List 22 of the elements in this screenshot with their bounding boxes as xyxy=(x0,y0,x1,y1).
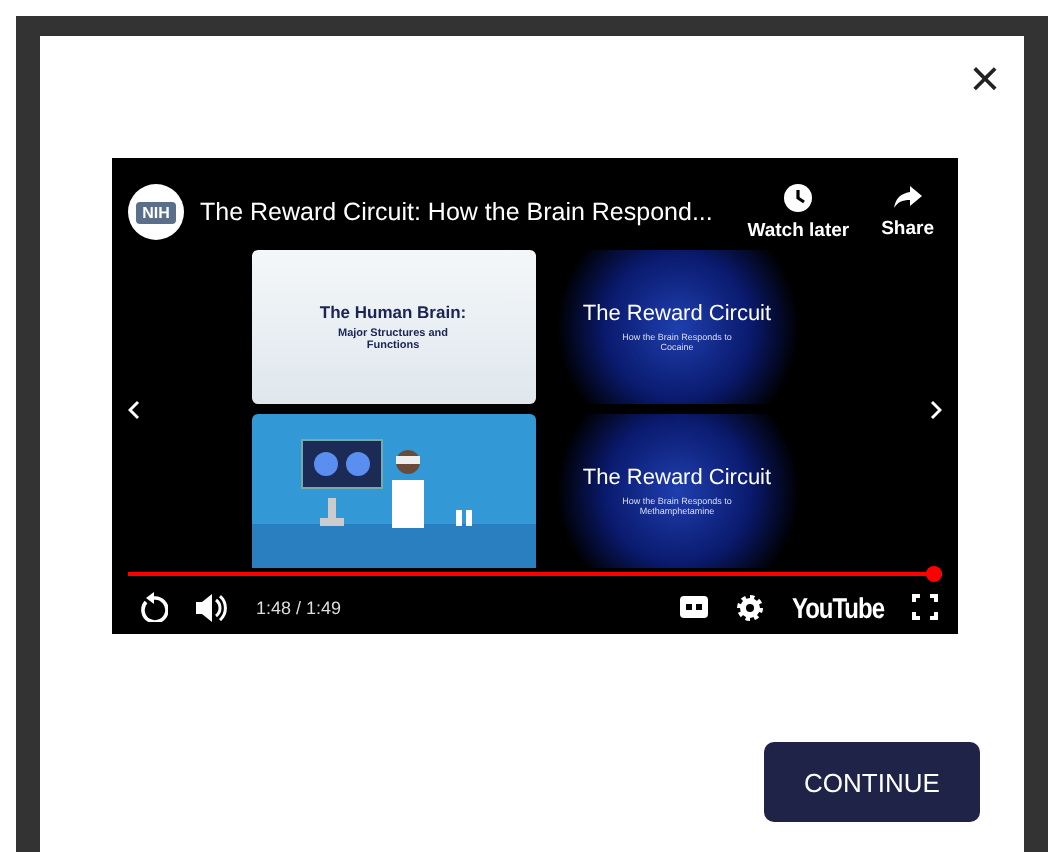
brand-logo[interactable]: YouTube xyxy=(791,590,884,624)
thumbnail-title: The Human Brain: xyxy=(319,302,467,323)
channel-logo[interactable]: NIH xyxy=(128,184,184,241)
continue-button[interactable]: CONTINUE xyxy=(764,742,980,822)
settings-icon[interactable] xyxy=(735,593,764,622)
watch-later-button[interactable]: Watch later xyxy=(739,183,858,242)
close-button[interactable]: × xyxy=(969,56,1000,100)
chevron-right-icon[interactable] xyxy=(930,400,942,420)
chevron-left-icon[interactable] xyxy=(128,400,140,420)
thumbnail-title: The Reward Circuit xyxy=(582,466,772,491)
replay-icon[interactable] xyxy=(140,592,168,623)
time-display: 1:48 / 1:49 xyxy=(256,597,342,618)
fullscreen-icon[interactable] xyxy=(912,594,938,621)
share-button[interactable]: Share xyxy=(873,185,942,240)
captions-icon[interactable] xyxy=(679,596,708,619)
volume-icon[interactable] xyxy=(196,593,228,622)
clock-icon xyxy=(784,183,813,212)
share-icon xyxy=(893,185,922,210)
thumbnail-title: The Reward Circuit xyxy=(582,302,772,327)
video-thumbnail[interactable] xyxy=(251,414,535,569)
video-player[interactable] xyxy=(112,158,958,634)
video-title[interactable]: The Reward Circuit: How the Brain Respond... xyxy=(200,198,724,227)
